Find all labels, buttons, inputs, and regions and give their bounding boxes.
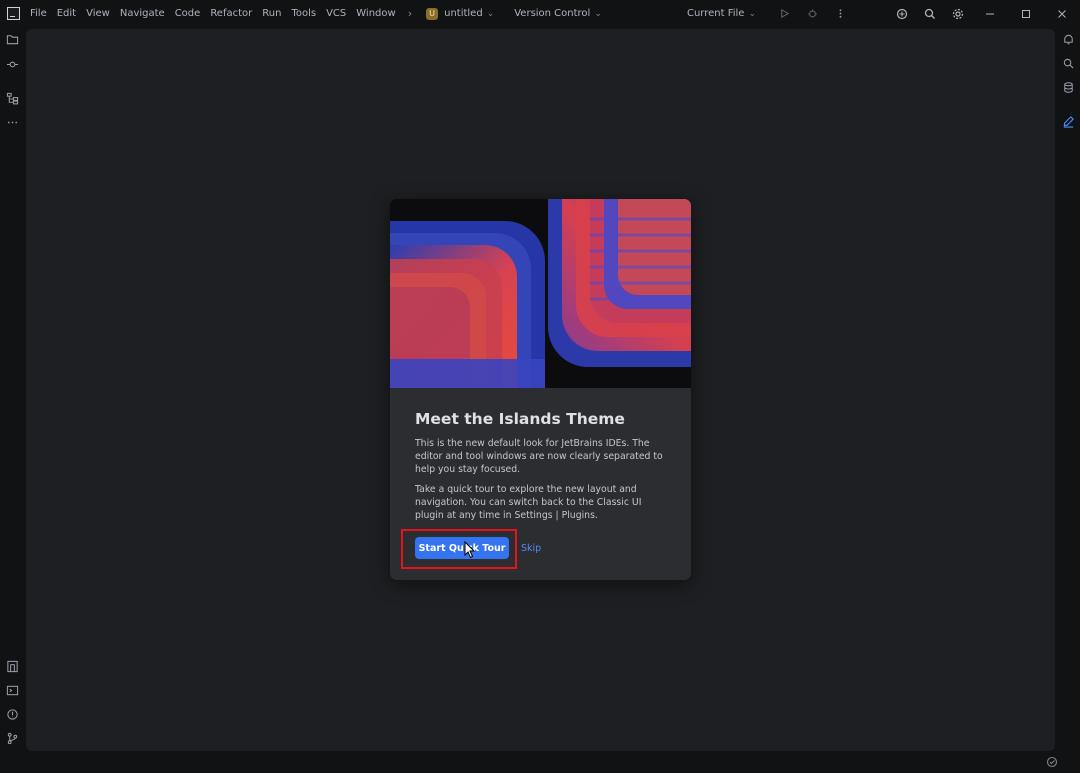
structure-icon[interactable] <box>0 86 24 110</box>
services-icon[interactable] <box>0 654 24 678</box>
menu-navigate[interactable]: Navigate <box>120 8 165 19</box>
menu-code[interactable]: Code <box>175 8 201 19</box>
left-tool-strip <box>0 27 24 773</box>
ai-assistant-icon[interactable] <box>1056 51 1080 75</box>
run-icon[interactable] <box>776 6 792 22</box>
close-button[interactable] <box>1044 0 1080 27</box>
edit-icon[interactable] <box>1056 109 1080 133</box>
title-bar-right: Current File ⌄ <box>687 0 1080 27</box>
commit-icon[interactable] <box>0 52 24 76</box>
folder-icon[interactable] <box>0 27 24 51</box>
menu-file[interactable]: File <box>30 8 47 19</box>
dialog-tour-description: Take a quick tour to explore the new lay… <box>415 484 642 521</box>
chevron-down-icon: ⌄ <box>594 8 602 19</box>
menu-view[interactable]: View <box>86 8 110 19</box>
menu-run[interactable]: Run <box>262 8 281 19</box>
minimize-button[interactable] <box>972 0 1008 27</box>
menu-edit[interactable]: Edit <box>57 8 76 19</box>
git-icon[interactable] <box>0 726 24 750</box>
mouse-cursor-icon <box>464 541 476 559</box>
highlight-annotation-box <box>401 529 517 569</box>
more-icon[interactable] <box>0 110 24 134</box>
menu-window[interactable]: Window <box>356 8 395 19</box>
chevron-down-icon: ⌄ <box>486 8 495 19</box>
maximize-button[interactable] <box>1008 0 1044 27</box>
run-config-widget[interactable]: Current File ⌄ <box>687 8 756 19</box>
status-indicator-icon[interactable] <box>1046 756 1058 768</box>
database-icon[interactable] <box>1056 75 1080 99</box>
problems-icon[interactable] <box>0 702 24 726</box>
run-config-label: Current File <box>686 8 745 19</box>
theme-artwork-illustration <box>390 199 691 388</box>
title-bar: File Edit View Navigate Code Refactor Ru… <box>0 0 1080 27</box>
more-vertical-icon[interactable] <box>832 6 848 22</box>
skip-link[interactable]: Skip <box>521 543 541 554</box>
main-menu: File Edit View Navigate Code Refactor Ru… <box>30 7 426 20</box>
chevron-down-icon: ⌄ <box>748 8 756 19</box>
more-menus-chevron-icon[interactable]: › <box>408 7 412 20</box>
settings-gear-icon[interactable] <box>950 6 966 22</box>
right-tool-strip <box>1056 27 1080 773</box>
debug-icon[interactable] <box>804 6 820 22</box>
project-name: untitled <box>444 8 483 19</box>
menu-refactor[interactable]: Refactor <box>210 8 252 19</box>
ai-icon[interactable] <box>894 6 910 22</box>
notifications-icon[interactable] <box>1056 27 1080 51</box>
menu-tools[interactable]: Tools <box>291 8 316 19</box>
menu-vcs[interactable]: VCS <box>326 8 346 19</box>
islands-theme-dialog: Meet the Islands Theme This is the new d… <box>390 199 691 580</box>
project-widget[interactable]: U untitled ⌄ <box>426 7 495 20</box>
vcs-label: Version Control <box>514 8 591 19</box>
terminal-icon[interactable] <box>0 678 24 702</box>
vcs-widget[interactable]: Version Control ⌄ <box>514 8 602 19</box>
jetbrains-logo-icon[interactable] <box>7 7 20 20</box>
dialog-description: This is the new default look for JetBrai… <box>415 438 663 475</box>
project-badge: U <box>426 7 439 20</box>
search-icon[interactable] <box>922 6 938 22</box>
dialog-title: Meet the Islands Theme <box>415 410 625 428</box>
